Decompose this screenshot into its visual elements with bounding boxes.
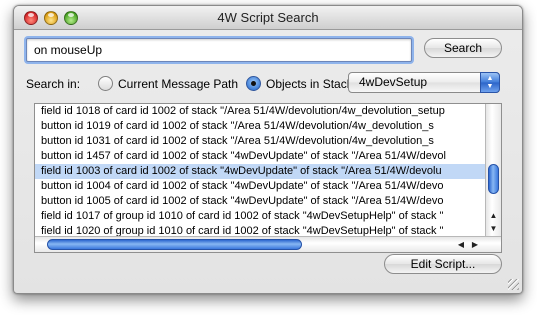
popup-arrows-icon: ▲ ▼ [480,72,500,93]
scroll-down-arrow-icon[interactable]: ▼ [486,223,501,235]
result-row[interactable]: field id 1017 of group id 1010 of card i… [35,209,485,224]
vertical-scrollbar[interactable]: ▲ ▼ [485,104,501,236]
stack-popup-value: 4wDevSetup [359,75,428,89]
scroll-up-arrow-icon[interactable]: ▲ [486,210,501,222]
edit-script-button[interactable]: Edit Script... [384,254,502,274]
search-in-label: Search in: [26,77,81,91]
window-title: 4W Script Search [217,10,319,25]
search-input[interactable]: on mouseUp [26,38,412,62]
resize-grip-icon[interactable] [508,279,519,290]
results-list[interactable]: field id 1018 of card id 1002 of stack "… [34,103,502,253]
result-row[interactable]: button id 1031 of card id 1002 of stack … [35,134,485,149]
search-button[interactable]: Search [424,38,502,58]
current-message-path-radio[interactable] [98,76,113,91]
result-row[interactable]: field id 1003 of card id 1002 of stack "… [35,164,485,179]
scroll-left-arrow-icon[interactable]: ◀ [455,238,467,251]
horizontal-scrollbar[interactable]: ◀ ▶ [35,236,501,252]
scroll-right-arrow-icon[interactable]: ▶ [469,238,481,251]
horizontal-scroll-thumb[interactable] [47,239,302,250]
script-search-window: 4W Script Search on mouseUp Search Searc… [13,5,523,294]
result-row[interactable]: field id 1018 of card id 1002 of stack "… [35,104,485,119]
result-row[interactable]: button id 1457 of card id 1002 of stack … [35,149,485,164]
vertical-scroll-thumb[interactable] [488,164,499,194]
result-row[interactable]: button id 1019 of card id 1002 of stack … [35,119,485,134]
results-rows: field id 1018 of card id 1002 of stack "… [35,104,485,239]
result-row[interactable]: button id 1004 of card id 1002 of stack … [35,179,485,194]
objects-in-stack-radio[interactable] [246,76,261,91]
stack-popup[interactable]: 4wDevSetup ▲ ▼ [348,72,500,93]
current-message-path-label[interactable]: Current Message Path [118,77,238,91]
title-bar[interactable]: 4W Script Search [14,6,522,30]
result-row[interactable]: button id 1005 of card id 1002 of stack … [35,194,485,209]
objects-in-stack-label[interactable]: Objects in Stack: [266,77,356,91]
